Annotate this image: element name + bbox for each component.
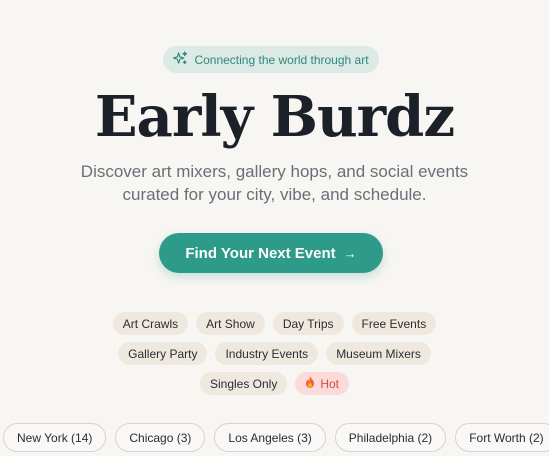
arrow-right-icon: → [343,245,357,261]
city-fort-worth[interactable]: Fort Worth (2) [455,423,549,452]
tagline-text: Connecting the world through art [194,52,369,67]
tag-free-events[interactable]: Free Events [351,312,437,335]
city-new-york[interactable]: New York (14) [3,423,107,452]
tag-hot-label: Hot [320,376,340,391]
subtitle-line: Discover art mixers, gallery hops, and s… [80,162,469,181]
city-philadelphia[interactable]: Philadelphia (2) [334,423,447,452]
tag-day-trips[interactable]: Day Trips [272,312,344,335]
tag-gallery-party[interactable]: Gallery Party [118,342,208,365]
tag-industry-events[interactable]: Industry Events [215,342,319,365]
city-filter-row: New York (14) Chicago (3) Los Angeles (3… [3,423,549,452]
tag-row: Singles Only Hot [0,372,549,395]
hero-subtitle: Discover art mixers, gallery hops, and s… [40,160,509,206]
sparkle-icon [173,50,188,69]
tag-singles-only[interactable]: Singles Only [199,372,288,395]
tag-art-crawls[interactable]: Art Crawls [112,312,189,335]
find-event-button[interactable]: Find Your Next Event → [159,233,383,273]
tagline-badge: Connecting the world through art [163,46,379,73]
tag-row: Art Crawls Art Show Day Trips Free Event… [0,312,549,335]
tag-row: Gallery Party Industry Events Museum Mix… [0,342,549,365]
fire-icon [305,376,315,391]
tag-museum-mixers[interactable]: Museum Mixers [326,342,431,365]
tag-hot[interactable]: Hot [295,372,350,395]
hero-title: Early Burdz [94,84,455,150]
subtitle-line: curated for your city, vibe, and schedul… [122,185,427,204]
city-chicago[interactable]: Chicago (3) [115,423,206,452]
find-event-label: Find Your Next Event [185,244,336,262]
city-los-angeles[interactable]: Los Angeles (3) [214,423,326,452]
tag-art-show[interactable]: Art Show [196,312,265,335]
